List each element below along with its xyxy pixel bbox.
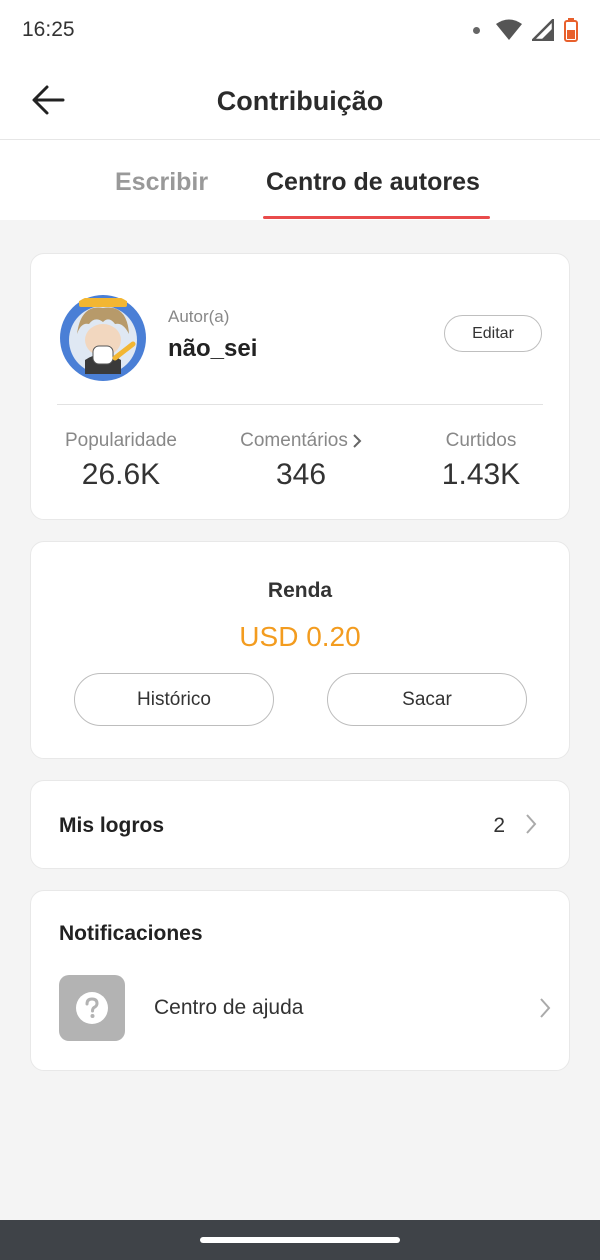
achievements-label: Mis logros [59, 814, 165, 837]
author-username: não_sei [168, 335, 258, 362]
active-tab-indicator [263, 216, 490, 219]
divider [57, 404, 543, 405]
home-gesture-handle[interactable] [200, 1237, 400, 1243]
income-amount: USD 0.20 [239, 621, 361, 652]
wifi-icon [496, 19, 522, 40]
status-icons [473, 16, 578, 44]
stat-label-text: Curtidos [445, 430, 517, 451]
battery-icon [564, 18, 578, 42]
help-center-item[interactable]: Centro de ajuda [31, 975, 569, 1041]
history-button[interactable]: Histórico [74, 673, 274, 726]
stat-likes: Curtidos 1.43K [391, 430, 571, 492]
app-bar: Contribuição [0, 62, 600, 140]
tab-centro-de-autores[interactable]: Centro de autores [266, 168, 480, 197]
stat-label: Popularidade [31, 430, 211, 452]
help-center-label: Centro de ajuda [154, 996, 304, 1019]
stat-value: 26.6K [81, 458, 161, 491]
notification-dot-icon [473, 26, 480, 34]
signal-icon [532, 19, 554, 41]
chevron-right-icon [353, 434, 362, 448]
withdraw-button[interactable]: Sacar [327, 673, 527, 726]
notifications-title: Notificaciones [59, 922, 203, 945]
stat-label: Curtidos [391, 430, 571, 452]
avatar[interactable] [59, 294, 147, 382]
stat-popularity: Popularidade 26.6K [31, 430, 211, 492]
tab-bar: Escribir Centro de autores [0, 140, 600, 220]
page-title: Contribuição [216, 86, 384, 116]
achievements-row[interactable]: Mis logros 2 [30, 780, 570, 869]
stat-label: Comentários [211, 430, 391, 452]
stat-value: 1.43K [441, 458, 521, 491]
chevron-right-icon [526, 814, 537, 834]
chevron-right-icon [540, 998, 551, 1018]
author-role: Autor(a) [168, 307, 230, 326]
status-bar: 16:25 [0, 0, 600, 62]
stat-label-text: Popularidade [65, 430, 177, 451]
income-title: Renda [267, 579, 333, 602]
question-mark-icon [76, 992, 108, 1024]
author-profile-card: Autor(a) não_sei Editar Popularidade 26.… [30, 253, 570, 520]
notifications-card: Notificaciones Centro de ajuda [30, 890, 570, 1071]
stat-label-text: Comentários [240, 430, 348, 451]
income-card: Renda USD 0.20 Histórico Sacar [30, 541, 570, 759]
help-icon [59, 975, 125, 1041]
status-time: 16:25 [22, 18, 75, 41]
stat-comments[interactable]: Comentários 346 [211, 430, 391, 492]
avatar-image [60, 295, 146, 381]
achievements-count: 2 [493, 814, 505, 837]
tab-escribir[interactable]: Escribir [115, 168, 208, 197]
system-nav-bar [0, 1220, 600, 1260]
edit-button[interactable]: Editar [444, 315, 542, 352]
stat-value: 346 [275, 458, 327, 491]
